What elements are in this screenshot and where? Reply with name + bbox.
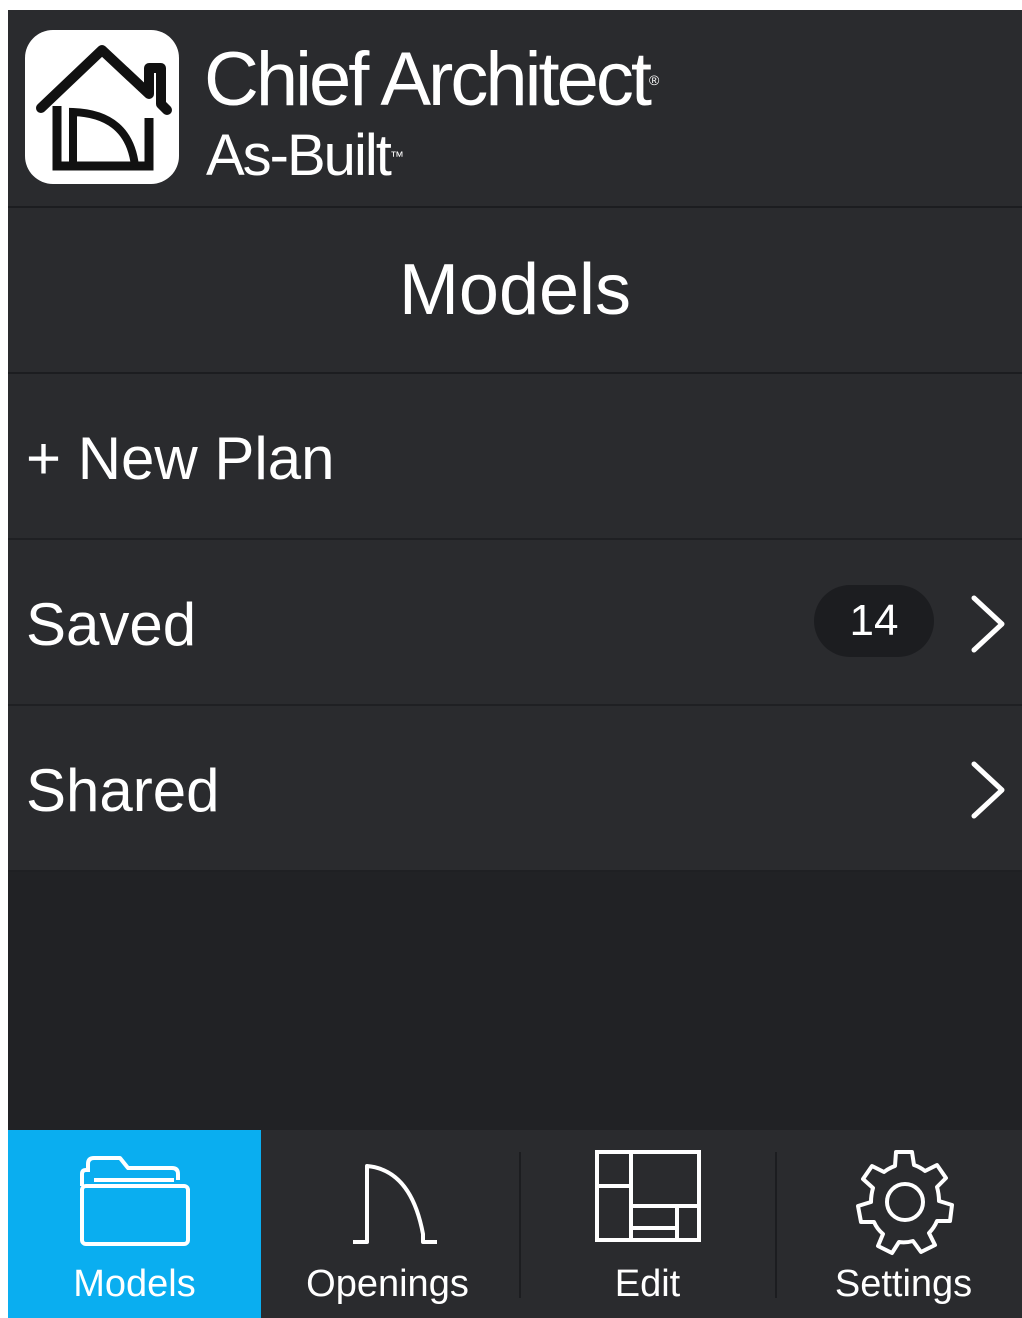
- brand-name: Chief Architect®: [204, 40, 659, 120]
- tab-models[interactable]: Models: [8, 1130, 261, 1318]
- saved-row[interactable]: Saved 14: [8, 540, 1022, 706]
- tab-openings[interactable]: Openings: [261, 1130, 514, 1318]
- page-title: Models: [398, 250, 632, 330]
- house-logo-icon: [36, 45, 172, 171]
- door-swing-icon: [352, 1164, 437, 1244]
- app-window: Chief Architect® As-Built™ Models + New …: [8, 10, 1022, 1318]
- tab-bar: Models Openings Edit Settings: [8, 1130, 1022, 1318]
- tab-edit-label: Edit: [614, 1263, 681, 1305]
- brand-subtitle: As-Built™: [206, 126, 404, 186]
- tab-models-label: Models: [73, 1263, 196, 1305]
- folder-icon: [79, 1156, 190, 1246]
- tab-edit[interactable]: Edit: [521, 1130, 774, 1318]
- chevron-right-icon: [971, 761, 1005, 819]
- title-bar: Models: [8, 208, 1022, 374]
- trademark-mark: ™: [389, 148, 404, 164]
- saved-count-badge: 14: [814, 585, 934, 657]
- shared-row[interactable]: Shared: [8, 706, 1022, 872]
- new-plan-label: + New Plan: [26, 425, 335, 492]
- chevron-right-icon: [971, 595, 1005, 653]
- brand-name-text: Chief Architect: [204, 37, 652, 122]
- brand-subtitle-text: As-Built: [206, 123, 392, 188]
- tab-settings[interactable]: Settings: [777, 1130, 1022, 1318]
- app-header: Chief Architect® As-Built™: [8, 10, 1022, 208]
- shared-label: Shared: [26, 757, 220, 824]
- app-logo: [25, 30, 179, 184]
- tab-openings-label: Openings: [306, 1263, 469, 1305]
- registered-mark: ®: [649, 72, 660, 88]
- new-plan-row[interactable]: + New Plan: [8, 374, 1022, 540]
- gear-icon: [855, 1150, 954, 1255]
- floorplan-icon: [594, 1150, 701, 1242]
- tab-settings-label: Settings: [834, 1263, 973, 1305]
- saved-label: Saved: [26, 591, 197, 658]
